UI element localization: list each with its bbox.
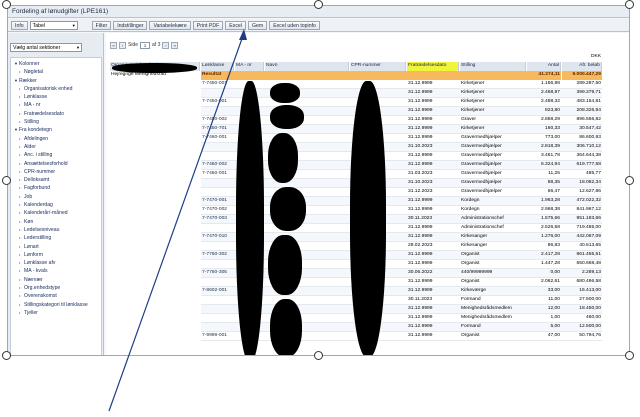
stage: Fordeling af lønudgifter (LPE161) Info T… [0,0,640,417]
annotation-arrow-icon [108,29,247,412]
